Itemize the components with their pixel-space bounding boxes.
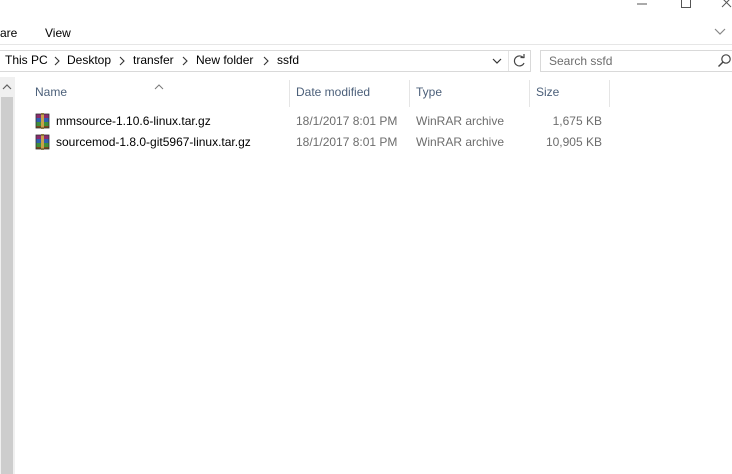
breadcrumb-ssfd[interactable]: ssfd [277, 53, 299, 67]
column-header-name[interactable]: Name [35, 85, 67, 107]
breadcrumb-separator-icon[interactable] [118, 55, 126, 66]
breadcrumb-separator-icon[interactable] [53, 55, 61, 66]
tab-share[interactable]: are [0, 26, 17, 40]
file-row[interactable]: mmsource-1.10.6-linux.tar.gz 18/1/2017 8… [32, 111, 612, 131]
file-row[interactable]: sourcemod-1.8.0-git5967-linux.tar.gz 18/… [32, 132, 612, 152]
minimize-icon[interactable] [632, 0, 652, 12]
maximize-icon[interactable] [676, 0, 696, 12]
file-size: 1,675 KB [552, 114, 602, 128]
tab-view[interactable]: View [45, 26, 71, 40]
address-history-dropdown-icon[interactable] [490, 54, 504, 68]
refresh-button[interactable] [508, 51, 530, 71]
breadcrumb-this-pc[interactable]: This PC [5, 53, 48, 67]
file-type: WinRAR archive [416, 135, 505, 149]
column-header-type[interactable]: Type [416, 85, 442, 107]
column-divider[interactable] [409, 80, 410, 107]
breadcrumb-desktop[interactable]: Desktop [67, 53, 111, 67]
navigation-scrollbar-thumb[interactable] [1, 97, 13, 474]
column-header-size[interactable]: Size [536, 85, 559, 107]
file-size: 10,905 KB [545, 135, 602, 149]
refresh-icon [513, 54, 525, 67]
winrar-archive-icon [35, 134, 51, 150]
breadcrumb-new-folder[interactable]: New folder [196, 53, 253, 67]
search-icon[interactable] [717, 53, 732, 69]
search-placeholder: Search ssfd [549, 54, 613, 68]
file-date-modified: 18/1/2017 8:01 PM [296, 114, 398, 128]
scroll-up-arrow-icon[interactable] [1, 81, 13, 93]
close-icon[interactable] [716, 0, 732, 12]
sort-ascending-icon [154, 79, 164, 90]
breadcrumb-transfer[interactable]: transfer [133, 53, 174, 67]
breadcrumb-separator-icon[interactable] [262, 55, 270, 66]
column-divider[interactable] [609, 80, 610, 107]
ribbon-expand-chevron-icon[interactable] [712, 24, 728, 38]
column-divider[interactable] [529, 80, 530, 107]
winrar-archive-icon [35, 113, 51, 129]
column-header-date-modified[interactable]: Date modified [296, 85, 370, 107]
file-type: WinRAR archive [416, 114, 505, 128]
column-divider[interactable] [289, 80, 290, 107]
file-name[interactable]: mmsource-1.10.6-linux.tar.gz [56, 114, 211, 128]
breadcrumb-separator-icon[interactable] [181, 55, 189, 66]
file-name[interactable]: sourcemod-1.8.0-git5967-linux.tar.gz [56, 135, 251, 149]
ribbon-divider [0, 44, 732, 45]
file-date-modified: 18/1/2017 8:01 PM [296, 135, 398, 149]
